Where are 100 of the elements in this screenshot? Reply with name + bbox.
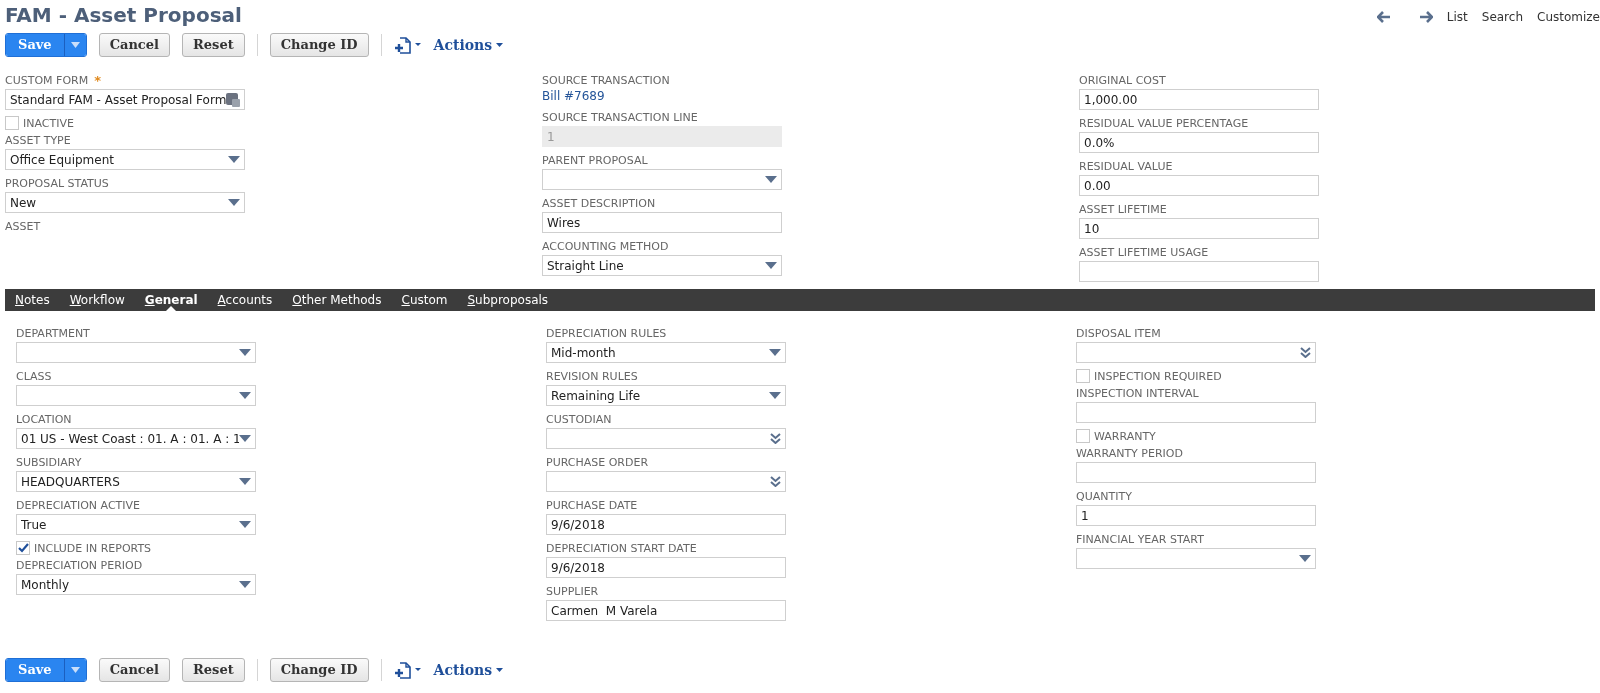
new-document-menu-icon[interactable] xyxy=(393,36,422,54)
checkbox[interactable] xyxy=(1076,369,1090,383)
input-field: 1 xyxy=(542,126,782,147)
tab[interactable]: Accounts xyxy=(217,291,273,309)
checkbox[interactable] xyxy=(1076,429,1090,443)
dropdown-field[interactable]: Office Equipment xyxy=(5,149,245,170)
input-field[interactable] xyxy=(1079,261,1319,282)
new-document-menu-icon[interactable] xyxy=(393,661,422,679)
tab[interactable]: Notes xyxy=(15,291,50,309)
lookup-field[interactable] xyxy=(546,428,786,449)
page-title: FAM - Asset Proposal xyxy=(5,2,242,29)
toolbar-button[interactable]: Cancel xyxy=(98,33,170,57)
dropdown-field[interactable]: Mid-month xyxy=(546,342,786,363)
toolbar-button[interactable]: Cancel xyxy=(98,658,170,682)
dropdown-field[interactable]: True xyxy=(16,514,256,535)
field-label: DEPRECIATION START DATE xyxy=(546,542,697,556)
field-label: SUPPLIER xyxy=(546,585,599,599)
input-field[interactable]: 10 xyxy=(1079,218,1319,239)
forward-arrow-icon[interactable] xyxy=(1418,11,1433,23)
checkbox[interactable] xyxy=(5,116,19,130)
dropdown-field[interactable] xyxy=(16,342,256,363)
actions-menu[interactable]: Actions xyxy=(433,659,504,681)
field-label: ACCOUNTING METHOD xyxy=(542,240,669,254)
field-label: PARENT PROPOSAL xyxy=(542,154,648,168)
input-field[interactable]: 0.0% xyxy=(1079,132,1319,153)
dropdown-arrow-icon[interactable] xyxy=(765,262,777,269)
dropdown-field[interactable]: HEADQUARTERS xyxy=(16,471,256,492)
field-label: DEPARTMENT xyxy=(16,327,90,341)
field-label: DEPRECIATION RULES xyxy=(546,327,667,341)
input-field[interactable]: 1,000.00 xyxy=(1079,89,1319,110)
dropdown-field[interactable] xyxy=(16,385,256,406)
back-arrow-icon[interactable] xyxy=(1376,11,1391,23)
input-field[interactable]: 0.00 xyxy=(1079,175,1319,196)
field-label: ASSET DESCRIPTION xyxy=(542,197,656,211)
field-label: DEPRECIATION PERIOD xyxy=(16,559,143,573)
dropdown-arrow-icon[interactable] xyxy=(769,392,781,399)
dropdown-arrow-icon[interactable] xyxy=(239,349,251,356)
toolbar-button[interactable]: Reset xyxy=(182,33,245,57)
dropdown-field[interactable]: 01 US - West Coast : 01. A : 01. A : 1 xyxy=(16,428,256,449)
nav-link[interactable]: Search xyxy=(1481,8,1523,26)
double-chevron-icon[interactable] xyxy=(770,476,781,487)
field-label: ASSET LIFETIME xyxy=(1079,203,1167,217)
checkbox-label: INSPECTION REQUIRED xyxy=(1094,371,1222,383)
caret-icon[interactable] xyxy=(496,668,504,672)
tab[interactable]: General xyxy=(144,291,198,309)
required-marker: * xyxy=(94,74,101,88)
dropdown-field[interactable] xyxy=(542,169,782,190)
dropdown-arrow-icon[interactable] xyxy=(239,521,251,528)
checkbox-label: INACTIVE xyxy=(23,118,74,130)
actions-menu[interactable]: Actions xyxy=(433,34,504,56)
field-label: PROPOSAL STATUS xyxy=(5,177,109,191)
dropdown-field[interactable]: Monthly xyxy=(16,574,256,595)
dropdown-arrow-icon[interactable] xyxy=(769,349,781,356)
dropdown-field[interactable] xyxy=(1076,548,1316,569)
link[interactable]: Bill #7689 xyxy=(542,88,782,104)
input-field[interactable] xyxy=(1076,402,1316,423)
tab[interactable]: Custom xyxy=(401,291,448,309)
dropdown-arrow-icon[interactable] xyxy=(765,176,777,183)
dropdown-arrow-icon[interactable] xyxy=(239,392,251,399)
checkbox[interactable] xyxy=(16,541,30,555)
dropdown-arrow-icon[interactable] xyxy=(239,581,251,588)
field-label: DISPOSAL ITEM xyxy=(1076,327,1161,341)
tab[interactable]: Workflow xyxy=(69,291,125,309)
toolbar-button[interactable]: Change ID xyxy=(269,33,369,57)
input-field[interactable]: Wires xyxy=(542,212,782,233)
double-chevron-icon[interactable] xyxy=(770,433,781,444)
save-button[interactable]: Save xyxy=(5,33,87,57)
dropdown-field[interactable]: New xyxy=(5,192,245,213)
input-field[interactable]: 9/6/2018 xyxy=(546,557,786,578)
lookup-field[interactable] xyxy=(1076,342,1316,363)
field-label: CUSTOM FORM xyxy=(5,74,89,88)
toolbar-button[interactable]: Reset xyxy=(182,658,245,682)
checkbox-label: WARRANTY xyxy=(1094,431,1156,443)
nav-link[interactable]: List xyxy=(1446,8,1468,26)
input-field[interactable] xyxy=(1076,462,1316,483)
form-icon[interactable] xyxy=(226,92,240,107)
input-field[interactable]: Carmen M Varela xyxy=(546,600,786,621)
field-label: QUANTITY xyxy=(1076,490,1132,504)
field-label: SUBSIDIARY xyxy=(16,456,82,470)
dropdown-field[interactable]: Straight Line xyxy=(542,255,782,276)
dropdown-field[interactable]: Standard FAM - Asset Proposal Form xyxy=(5,89,245,110)
dropdown-arrow-icon[interactable] xyxy=(239,435,251,442)
dropdown-arrow-icon[interactable] xyxy=(228,156,240,163)
double-chevron-icon[interactable] xyxy=(1300,347,1311,358)
toolbar-button[interactable]: Change ID xyxy=(269,658,369,682)
dropdown-arrow-icon[interactable] xyxy=(239,478,251,485)
dropdown-field[interactable]: Remaining Life xyxy=(546,385,786,406)
field-label: FINANCIAL YEAR START xyxy=(1076,533,1204,547)
dropdown-arrow-icon[interactable] xyxy=(228,199,240,206)
dropdown-arrow-icon[interactable] xyxy=(1299,555,1311,562)
nav-link[interactable]: Customize xyxy=(1537,8,1600,26)
tab[interactable]: Other Methods xyxy=(292,291,382,309)
input-field[interactable]: 9/6/2018 xyxy=(546,514,786,535)
lookup-field[interactable] xyxy=(546,471,786,492)
tab[interactable]: Subproposals xyxy=(467,291,549,309)
field-label: ASSET xyxy=(5,220,41,234)
caret-icon[interactable] xyxy=(496,43,504,47)
input-field[interactable]: 1 xyxy=(1076,505,1316,526)
save-button[interactable]: Save xyxy=(5,658,87,682)
field-label: ASSET LIFETIME USAGE xyxy=(1079,246,1209,260)
